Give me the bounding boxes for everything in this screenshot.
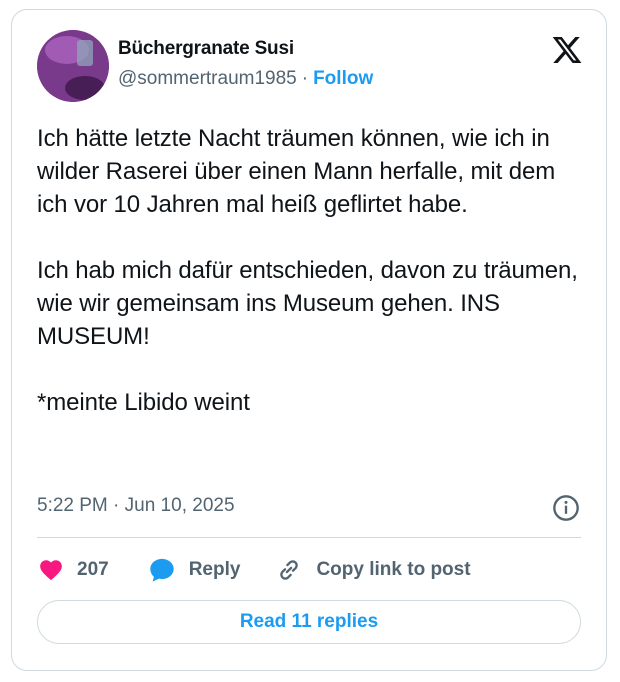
x-logo-icon[interactable] (550, 34, 584, 66)
tweet-card: Büchergranate Susi @sommertraum1985 · Foll… (11, 9, 607, 671)
follow-link[interactable]: Follow (313, 68, 373, 89)
author-handle[interactable]: @sommertraum1985 (118, 68, 297, 89)
divider (37, 537, 581, 538)
speech-bubble-icon (150, 558, 174, 582)
info-icon[interactable] (552, 494, 580, 522)
like-count: 207 (77, 559, 109, 580)
avatar-image (37, 30, 109, 102)
tweet-text: Ich hätte letzte Nacht träumen können, w… (37, 125, 578, 416)
author-handle-row: @sommertraum1985 · Follow (118, 68, 373, 90)
separator-dot: · (301, 68, 309, 89)
author-display-name[interactable]: Büchergranate Susi (118, 38, 294, 60)
reply-button[interactable]: Reply (147, 556, 241, 584)
link-icon (280, 560, 299, 580)
tweet-timestamp[interactable]: 5:22 PM · Jun 10, 2025 (37, 495, 235, 517)
copy-link-label: Copy link to post (316, 559, 471, 580)
action-bar: 207 Reply Copy link to post (37, 555, 471, 585)
reply-label: Reply (188, 559, 241, 580)
avatar[interactable] (37, 30, 109, 102)
read-replies-button[interactable]: Read 11 replies (37, 600, 581, 644)
heart-icon (40, 560, 62, 581)
like-button[interactable]: 207 (37, 557, 109, 583)
copy-link-button[interactable]: Copy link to post (274, 556, 471, 584)
